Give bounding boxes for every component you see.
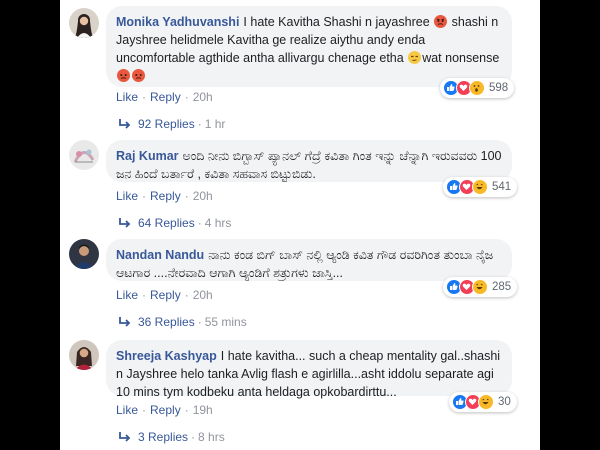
separator-dot: · bbox=[184, 189, 189, 203]
replies-time: 55 mins bbox=[204, 315, 247, 329]
reply-arrow-icon bbox=[119, 218, 131, 228]
avatar[interactable] bbox=[69, 340, 99, 370]
replies-count[interactable]: 36 Replies bbox=[138, 315, 195, 329]
replies-time: 8 hrs bbox=[198, 430, 225, 444]
reply-link[interactable]: Reply bbox=[150, 288, 181, 302]
angry-face-emoji bbox=[132, 69, 145, 82]
separator-dot: · bbox=[197, 216, 202, 230]
separator-dot: · bbox=[197, 117, 202, 131]
reply-link[interactable]: Reply bbox=[150, 403, 181, 417]
comment-author[interactable]: Nandan Nandu bbox=[116, 248, 204, 262]
like-link[interactable]: Like bbox=[116, 189, 138, 203]
comment-actions: Like · Reply · 19h bbox=[116, 403, 213, 417]
comment-text: I hate Kavitha Shashi n jayashree bbox=[243, 15, 430, 29]
like-link[interactable]: Like bbox=[116, 403, 138, 417]
like-link[interactable]: Like bbox=[116, 288, 138, 302]
reaction-summary[interactable]: 285 bbox=[443, 277, 518, 297]
view-replies[interactable]: 3 Replies · 8 hrs bbox=[118, 430, 225, 444]
view-replies[interactable]: 36 Replies · 55 mins bbox=[118, 315, 247, 329]
replies-time: 4 hrs bbox=[204, 216, 232, 230]
comment-actions: Like · Reply · 20h bbox=[116, 288, 213, 302]
avatar[interactable] bbox=[69, 8, 99, 38]
comment-actions: Like · Reply · 20h bbox=[116, 189, 213, 203]
angry-face-emoji bbox=[434, 15, 448, 28]
separator-dot: · bbox=[184, 288, 189, 302]
reaction-count: 598 bbox=[489, 82, 509, 94]
unamused-face-emoji bbox=[408, 51, 422, 64]
comment-bubble: Raj Kumar ಅಂದಿ ನೀನು ಬಿಗ್ಬಾಸ್ ಪ್ಯಾನಲ್ ಗೆದ್… bbox=[106, 140, 512, 182]
reply-arrow-icon bbox=[119, 119, 131, 129]
view-replies[interactable]: 92 Replies · 1 hr bbox=[118, 117, 225, 131]
separator-dot: · bbox=[191, 430, 196, 444]
comment-time[interactable]: 20h bbox=[193, 288, 213, 302]
separator-dot: · bbox=[197, 315, 202, 329]
comments-panel: Monika Yadhuvanshi I hate Kavitha Shashi … bbox=[60, 0, 540, 450]
replies-count[interactable]: 3 Replies bbox=[138, 430, 188, 444]
reaction-summary[interactable]: 30 bbox=[449, 392, 517, 412]
wow-face-icon bbox=[469, 80, 485, 96]
comment-text: wat nonsense bbox=[422, 51, 500, 65]
reply-arrow-icon bbox=[119, 432, 131, 442]
reaction-count: 30 bbox=[498, 396, 511, 408]
comment-author[interactable]: Monika Yadhuvanshi bbox=[116, 15, 239, 29]
like-link[interactable]: Like bbox=[116, 90, 138, 104]
reply-arrow-icon bbox=[119, 317, 131, 327]
reaction-summary[interactable]: 541 bbox=[443, 177, 518, 197]
separator-dot: · bbox=[184, 403, 189, 417]
comment-bubble: Shreeja Kashyap I hate kavitha... such a … bbox=[106, 340, 512, 399]
comment-author[interactable]: Raj Kumar bbox=[116, 149, 179, 163]
replies-count[interactable]: 92 Replies bbox=[138, 117, 195, 131]
replies-time: 1 hr bbox=[204, 117, 226, 131]
separator-dot: · bbox=[142, 288, 147, 302]
comment-time[interactable]: 20h bbox=[193, 90, 213, 104]
avatar[interactable] bbox=[69, 239, 99, 269]
angry-face-emoji bbox=[117, 69, 130, 82]
reaction-count: 541 bbox=[492, 181, 512, 193]
separator-dot: · bbox=[142, 189, 147, 203]
separator-dot: · bbox=[142, 90, 147, 104]
comment-bubble: Monika Yadhuvanshi I hate Kavitha Shashi … bbox=[106, 6, 512, 87]
haha-face-icon bbox=[478, 394, 494, 410]
replies-count[interactable]: 64 Replies bbox=[138, 216, 195, 230]
comment-bubble: Nandan Nandu ನಾನು ಕಂಡ ಬಿಗ್ ಬಾಸ್ ನಲ್ಲಿ ಆ್ಯ… bbox=[106, 239, 512, 281]
separator-dot: · bbox=[184, 90, 189, 104]
comment-author[interactable]: Shreeja Kashyap bbox=[116, 349, 217, 363]
comment-actions: Like · Reply · 20h bbox=[116, 90, 213, 104]
reaction-summary[interactable]: 598 bbox=[440, 78, 515, 98]
reaction-count: 285 bbox=[492, 281, 512, 293]
view-replies[interactable]: 64 Replies · 4 hrs bbox=[118, 216, 231, 230]
haha-face-icon bbox=[472, 179, 488, 195]
comment-time[interactable]: 20h bbox=[193, 189, 213, 203]
reply-link[interactable]: Reply bbox=[150, 90, 181, 104]
comment-time[interactable]: 19h bbox=[193, 403, 213, 417]
separator-dot: · bbox=[142, 403, 147, 417]
haha-face-icon bbox=[472, 279, 488, 295]
reply-link[interactable]: Reply bbox=[150, 189, 181, 203]
avatar[interactable] bbox=[69, 140, 99, 170]
